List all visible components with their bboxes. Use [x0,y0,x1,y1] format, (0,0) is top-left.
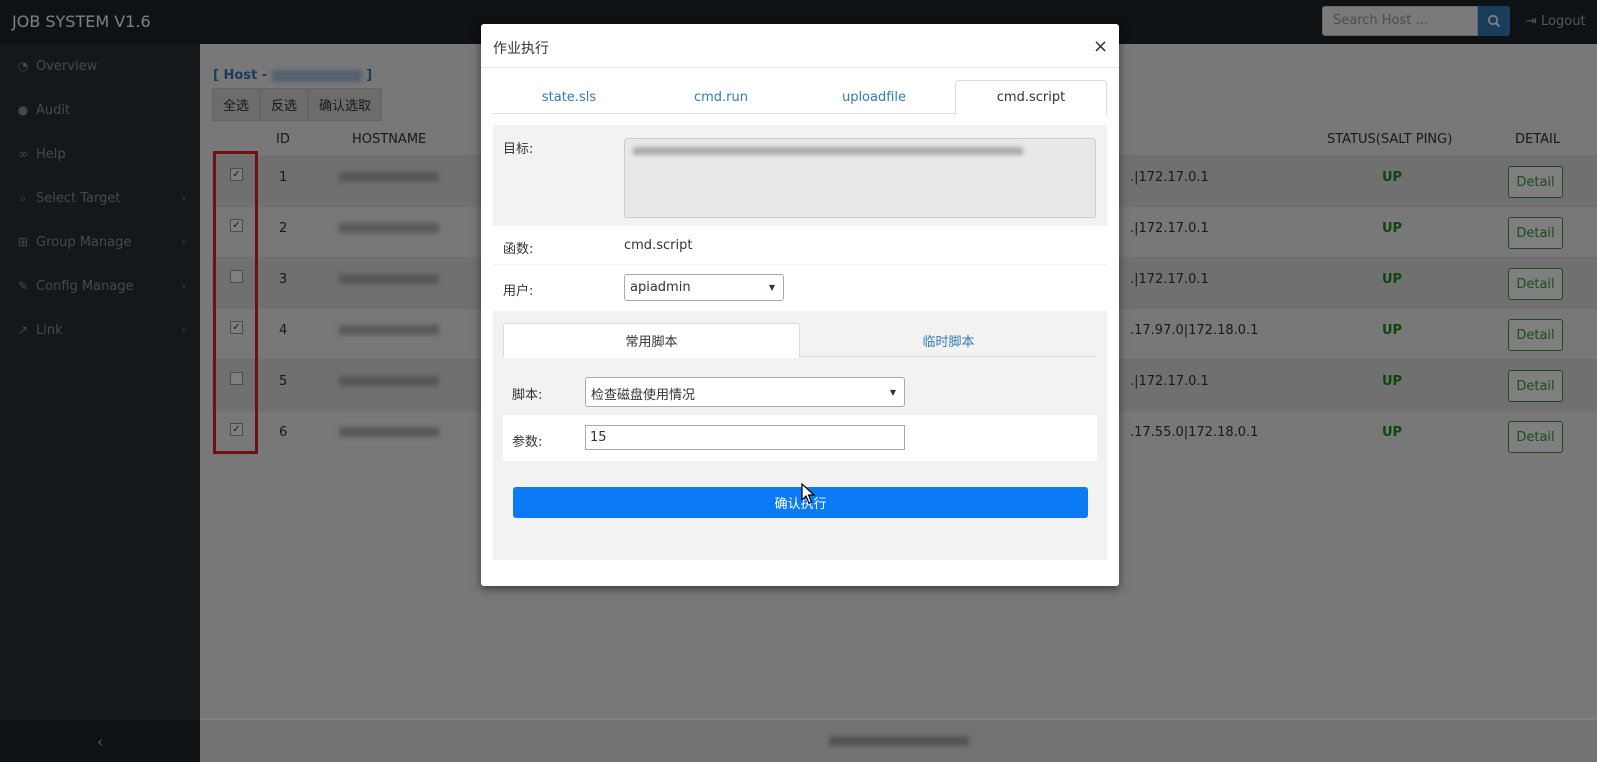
function-row: 函数: cmd.script [493,226,1107,264]
tab-uploadfile[interactable]: uploadfile [798,80,950,114]
caret-down-icon: ▼ [889,388,896,397]
job-execute-modal: 作业执行 × state.sls cmd.run uploadfile cmd.… [481,24,1119,586]
tab-common-script[interactable]: 常用脚本 [503,323,800,358]
args-input[interactable]: 15 [585,425,905,450]
tab-state-sls[interactable]: state.sls [493,80,645,114]
function-value: cmd.script [624,238,693,253]
tab-cmd-run[interactable]: cmd.run [645,80,797,114]
divider [481,67,1119,68]
close-icon[interactable]: × [1093,38,1108,56]
mouse-cursor-icon [801,483,816,504]
user-label: 用户: [503,284,534,299]
script-row: 脚本: 检查磁盘使用情况 ▼ [503,369,1097,415]
args-label: 参数: [512,435,543,450]
caret-down-icon: ▼ [768,283,775,292]
script-label: 脚本: [512,388,543,403]
target-textarea[interactable] [624,138,1096,218]
tab-cmd-script[interactable]: cmd.script [955,80,1107,115]
function-tabs: state.sls cmd.run uploadfile cmd.script [493,80,1107,115]
script-select[interactable]: 检查磁盘使用情况 ▼ [585,377,905,407]
args-row: 参数: 15 [503,415,1097,461]
target-label: 目标: [503,142,534,157]
tab-temp-script[interactable]: 临时脚本 [800,323,1097,357]
modal-title: 作业执行 [493,41,549,57]
user-select[interactable]: apiadmin ▼ [624,274,784,301]
form-panel: 目标: 函数: cmd.script 用户: apiadmin ▼ 常用脚本 临… [493,125,1107,560]
function-label: 函数: [503,242,534,257]
user-row: 用户: apiadmin ▼ [493,265,1107,311]
redacted-targets [633,147,1023,155]
script-tabs: 常用脚本 临时脚本 [503,323,1097,358]
script-section: 常用脚本 临时脚本 脚本: 检查磁盘使用情况 ▼ 参数: 15 [493,313,1107,560]
